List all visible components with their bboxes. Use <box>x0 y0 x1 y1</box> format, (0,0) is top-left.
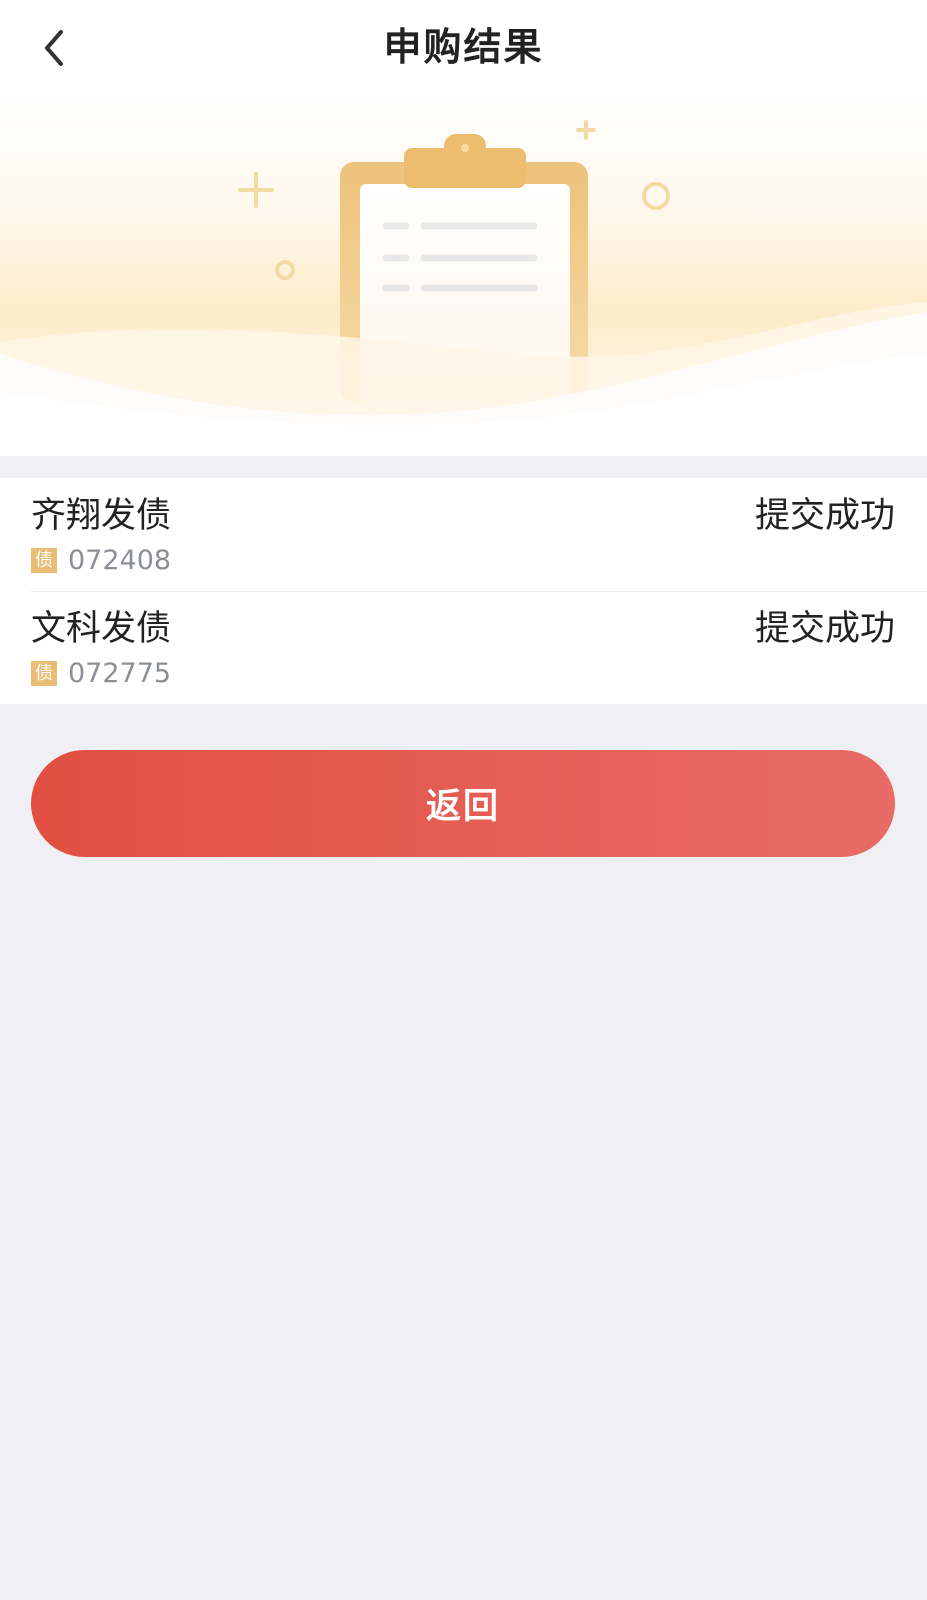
bond-badge: 债 <box>31 548 57 573</box>
list-item[interactable]: 齐翔发债 债 072408 提交成功 <box>0 478 927 591</box>
bond-code: 072408 <box>68 545 172 576</box>
bond-code: 072775 <box>68 658 172 689</box>
status-text: 提交成功 <box>754 496 895 536</box>
page-title: 申购结果 <box>383 25 544 69</box>
navigation-bar: 申购结果 <box>0 0 927 92</box>
results-list: 齐翔发债 债 072408 提交成功 文科发债 债 072775 提交成功 <box>0 478 927 704</box>
bond-name: 齐翔发债 <box>31 496 172 536</box>
hero-banner <box>0 92 927 456</box>
bond-badge: 债 <box>31 661 57 686</box>
clipboard-icon <box>0 120 927 456</box>
status-text: 提交成功 <box>754 609 895 649</box>
list-item[interactable]: 文科发债 债 072775 提交成功 <box>0 591 927 704</box>
return-button[interactable]: 返回 <box>31 750 895 857</box>
bond-name: 文科发债 <box>31 609 172 649</box>
